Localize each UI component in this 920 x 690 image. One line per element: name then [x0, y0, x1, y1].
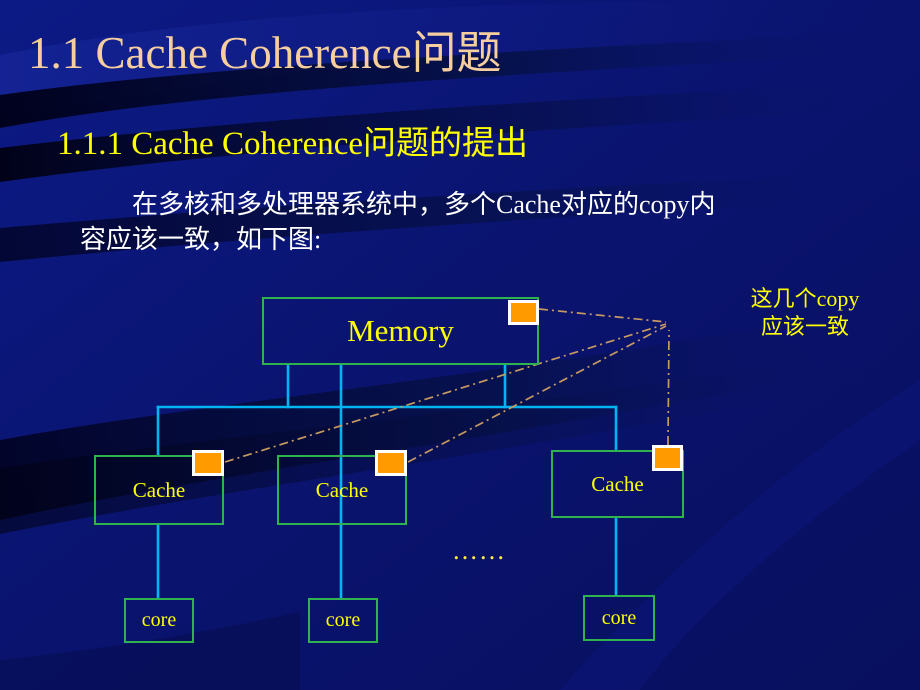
- page-title: 1.1 Cache Coherence问题: [28, 28, 502, 78]
- callout-annotation: 这几个copy 应该一致: [694, 285, 916, 341]
- body-paragraph: 在多核和多处理器系统中，多个Cache对应的copy内容应该一致，如下图:: [80, 190, 716, 254]
- copy-marker-cache-1[interactable]: [192, 450, 224, 476]
- copy-marker-cache-2[interactable]: [375, 450, 407, 476]
- slide-canvas: 1.1 Cache Coherence问题 1.1.1 Cache Cohere…: [0, 0, 920, 690]
- core-node-3[interactable]: core: [583, 595, 655, 641]
- copy-marker-cache-3[interactable]: [652, 445, 683, 471]
- memory-node[interactable]: Memory: [262, 297, 539, 365]
- core-node-1[interactable]: core: [124, 598, 194, 643]
- ellipsis-more-nodes: ……: [452, 536, 506, 565]
- copy-marker-memory[interactable]: [508, 300, 539, 325]
- callout-line-1: 这几个copy: [750, 286, 860, 311]
- callout-line-2: 应该一致: [760, 314, 849, 340]
- core-node-2[interactable]: core: [308, 598, 378, 643]
- section-subtitle: 1.1.1 Cache Coherence问题的提出: [57, 126, 529, 162]
